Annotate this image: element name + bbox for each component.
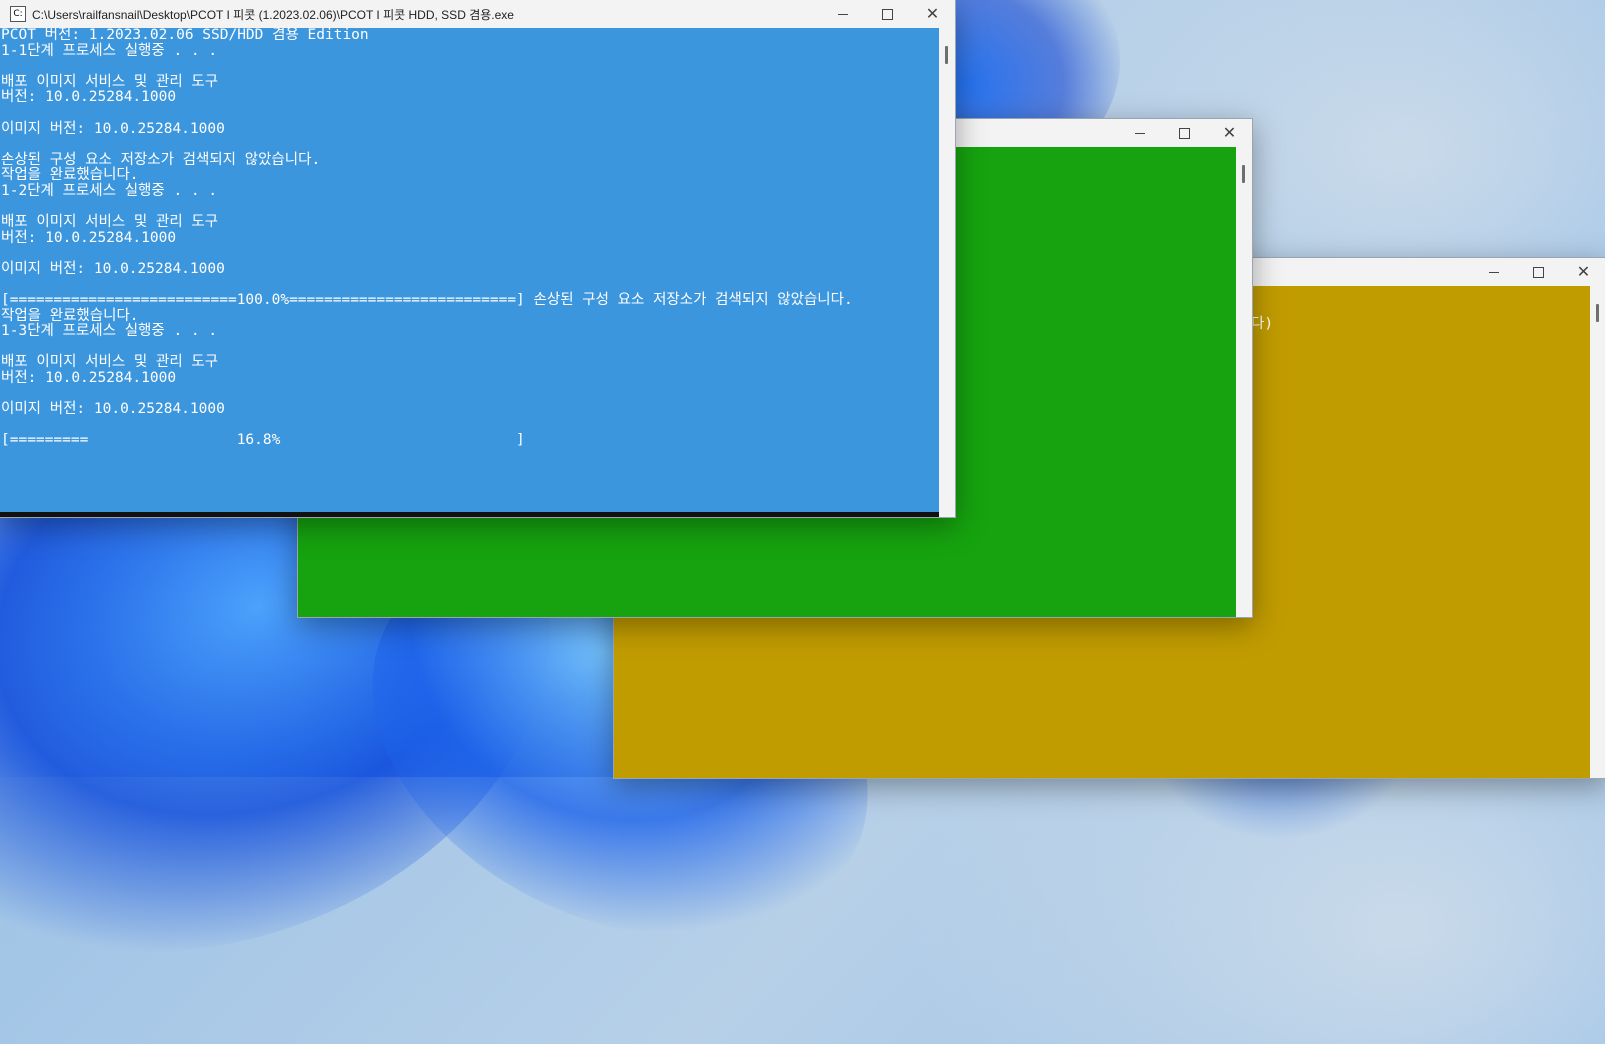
maximize-button[interactable] bbox=[1516, 258, 1561, 286]
maximize-button[interactable] bbox=[1162, 119, 1207, 147]
maximize-icon bbox=[1533, 266, 1544, 278]
scrollbar-thumb[interactable] bbox=[1242, 165, 1245, 183]
minimize-button[interactable] bbox=[1117, 119, 1162, 147]
console-line: 배포 이미지 서비스 및 관리 도구 bbox=[1, 354, 219, 371]
vertical-scrollbar[interactable] bbox=[1590, 286, 1605, 778]
vertical-scrollbar[interactable] bbox=[1236, 147, 1252, 617]
scrollbar-thumb[interactable] bbox=[1596, 304, 1599, 322]
console-line: 버전: 10.0.25284.1000 bbox=[1, 89, 177, 106]
scrollbar-thumb[interactable] bbox=[945, 46, 948, 64]
titlebar[interactable]: C: C:\Users\railfansnail\Desktop\PCOT I … bbox=[0, 0, 955, 28]
console-line: 버전: 10.0.25284.1000 bbox=[1, 370, 177, 387]
console-line: 이미지 버전: 10.0.25284.1000 bbox=[1, 260, 225, 277]
console-line: 버전: 10.0.25284.1000 bbox=[1, 229, 177, 246]
maximize-button[interactable] bbox=[865, 0, 910, 28]
console-line: 작업을 완료했습니다. bbox=[1, 307, 139, 324]
console-line: 1-1단계 프로세스 실행중 . . . bbox=[1, 42, 218, 59]
minimize-icon bbox=[1134, 132, 1145, 134]
close-icon: ✕ bbox=[1222, 123, 1237, 142]
console-line: 1-2단계 프로세스 실행중 . . . bbox=[1, 182, 218, 199]
console-line: 작업을 완료했습니다. bbox=[1, 167, 139, 184]
console-line: [==========================100.0%=======… bbox=[1, 292, 853, 309]
console-line: [========= 16.8% ] bbox=[1, 432, 525, 449]
console-line: 1-3단계 프로세스 실행중 . . . bbox=[1, 323, 218, 340]
close-button[interactable]: ✕ bbox=[1561, 258, 1605, 286]
console-line: 배포 이미지 서비스 및 관리 도구 bbox=[1, 214, 219, 231]
caption-buttons: ✕ bbox=[820, 0, 955, 28]
minimize-icon bbox=[837, 13, 848, 15]
console-line: 손상된 구성 요소 저장소가 검색되지 않았습니다. bbox=[1, 151, 321, 168]
maximize-icon bbox=[1179, 127, 1190, 139]
close-icon: ✕ bbox=[925, 4, 940, 23]
vertical-scrollbar[interactable] bbox=[939, 28, 955, 517]
console-line: PCOT 버전: 1.2023.02.06 SSD/HDD 겸용 Edition bbox=[1, 28, 369, 43]
caption-buttons: ✕ bbox=[1117, 119, 1252, 147]
caption-buttons: ✕ bbox=[1471, 258, 1605, 286]
window-title: C:\Users\railfansnail\Desktop\PCOT I 피콧 … bbox=[32, 7, 514, 22]
minimize-icon bbox=[1488, 271, 1499, 273]
console-output[interactable]: PCOT 버전: 1.2023.02.06 SSD/HDD 겸용 Edition… bbox=[0, 28, 939, 517]
minimize-button[interactable] bbox=[1471, 258, 1516, 286]
console-bottom-edge bbox=[0, 512, 939, 517]
minimize-button[interactable] bbox=[820, 0, 865, 28]
close-button[interactable]: ✕ bbox=[910, 0, 955, 28]
console-line: 이미지 버전: 10.0.25284.1000 bbox=[1, 120, 225, 137]
console-window-main[interactable]: C: C:\Users\railfansnail\Desktop\PCOT I … bbox=[0, 0, 956, 518]
console-line: 이미지 버전: 10.0.25284.1000 bbox=[1, 401, 225, 418]
close-button[interactable]: ✕ bbox=[1207, 119, 1252, 147]
console-app-icon: C: bbox=[10, 6, 26, 22]
maximize-icon bbox=[882, 8, 893, 20]
close-icon: ✕ bbox=[1576, 262, 1591, 281]
